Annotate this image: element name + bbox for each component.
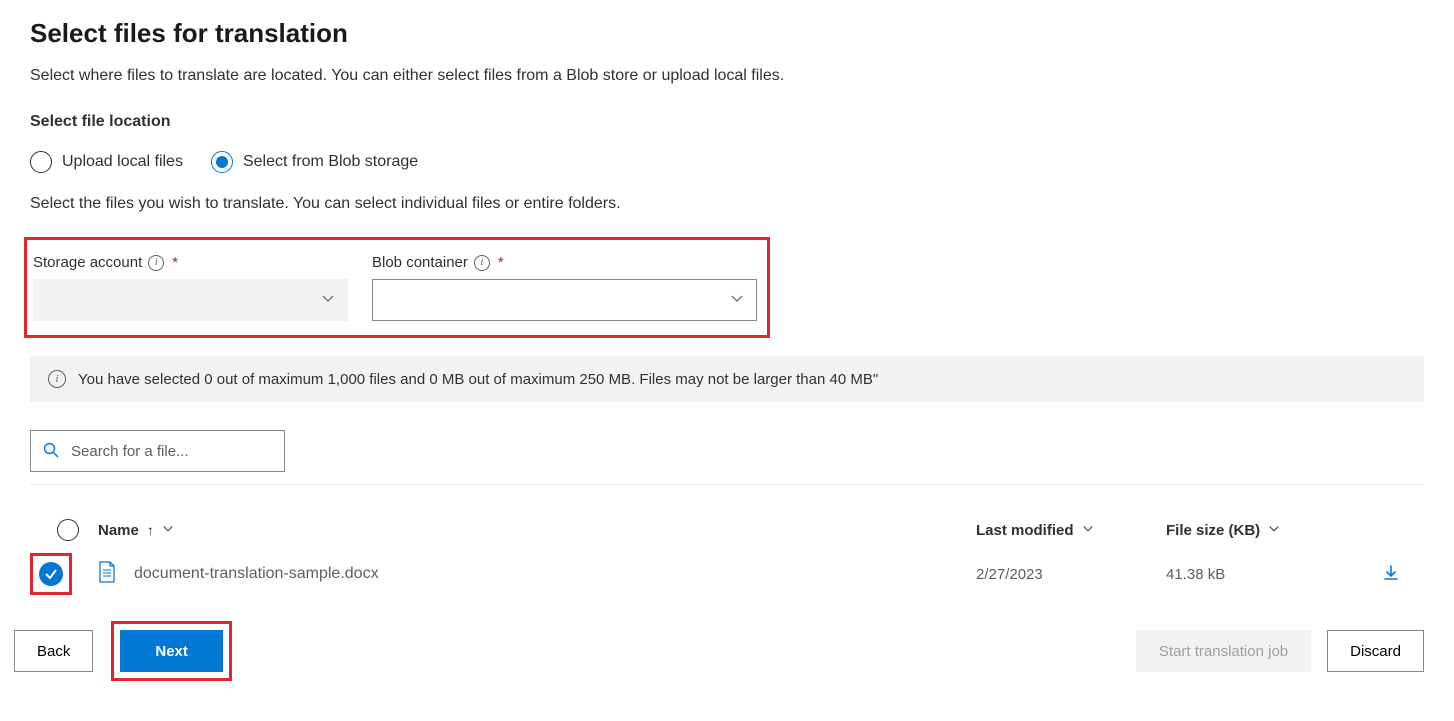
highlighted-dropdowns: Storage account i * Blob container i * — [24, 237, 770, 338]
column-header-modified[interactable]: Last modified — [976, 522, 1166, 539]
file-modified: 2/27/2023 — [976, 566, 1166, 583]
file-search-box[interactable] — [30, 430, 285, 472]
info-icon: i — [48, 370, 66, 388]
row-checkbox-checked[interactable] — [39, 562, 63, 586]
sort-ascending-icon: ↑ — [147, 522, 154, 538]
blob-container-field: Blob container i * — [372, 254, 757, 321]
radio-upload-local[interactable]: Upload local files — [30, 151, 183, 173]
wizard-footer: Back Next Start translation job Discard — [14, 621, 1424, 681]
column-modified-label: Last modified — [976, 522, 1074, 539]
radio-upload-label: Upload local files — [62, 153, 183, 171]
chevron-down-icon — [321, 292, 335, 309]
highlighted-next: Next — [111, 621, 232, 681]
search-icon — [43, 442, 59, 461]
file-location-label: Select file location — [30, 113, 1424, 131]
storage-account-label-text: Storage account — [33, 254, 142, 271]
storage-account-label: Storage account i * — [33, 254, 348, 271]
radio-icon — [211, 151, 233, 173]
column-header-size[interactable]: File size (KB) — [1166, 522, 1366, 539]
discard-button[interactable]: Discard — [1327, 630, 1424, 672]
table-row[interactable]: document-translation-sample.docx 2/27/20… — [30, 547, 1424, 601]
chevron-down-icon — [730, 292, 744, 309]
file-location-radio-group: Upload local files Select from Blob stor… — [30, 151, 1424, 173]
page-subtitle: Select where files to translate are loca… — [30, 67, 1424, 85]
highlighted-checkbox — [30, 553, 72, 595]
column-name-label: Name — [98, 522, 139, 539]
chevron-down-icon — [1082, 522, 1094, 539]
chevron-down-icon — [162, 522, 174, 539]
file-name: document-translation-sample.docx — [134, 565, 379, 583]
info-icon[interactable]: i — [474, 255, 490, 271]
selection-status-bar: i You have selected 0 out of maximum 1,0… — [30, 356, 1424, 402]
select-all-checkbox[interactable] — [57, 519, 79, 541]
radio-blob-storage[interactable]: Select from Blob storage — [211, 151, 418, 173]
status-text: You have selected 0 out of maximum 1,000… — [78, 371, 878, 388]
required-asterisk: * — [498, 254, 504, 271]
blob-container-label: Blob container i * — [372, 254, 757, 271]
radio-blob-label: Select from Blob storage — [243, 153, 418, 171]
blob-container-label-text: Blob container — [372, 254, 468, 271]
search-input[interactable] — [69, 442, 272, 461]
info-icon[interactable]: i — [148, 255, 164, 271]
page-title: Select files for translation — [30, 18, 1424, 49]
divider — [30, 484, 1424, 485]
file-size: 41.38 kB — [1166, 566, 1366, 583]
document-icon — [98, 561, 116, 588]
column-header-name[interactable]: Name ↑ — [98, 522, 976, 539]
chevron-down-icon — [1268, 522, 1280, 539]
storage-account-dropdown[interactable] — [33, 279, 348, 321]
start-translation-button: Start translation job — [1136, 630, 1311, 672]
file-table-header: Name ↑ Last modified File size (KB) — [30, 513, 1424, 547]
radio-icon — [30, 151, 52, 173]
next-button[interactable]: Next — [120, 630, 223, 672]
storage-account-field: Storage account i * — [33, 254, 348, 321]
file-selection-instruction: Select the files you wish to translate. … — [30, 195, 1424, 213]
blob-container-dropdown[interactable] — [372, 279, 757, 321]
required-asterisk: * — [172, 254, 178, 271]
back-button[interactable]: Back — [14, 630, 93, 672]
column-size-label: File size (KB) — [1166, 522, 1260, 539]
download-icon[interactable] — [1382, 564, 1400, 585]
